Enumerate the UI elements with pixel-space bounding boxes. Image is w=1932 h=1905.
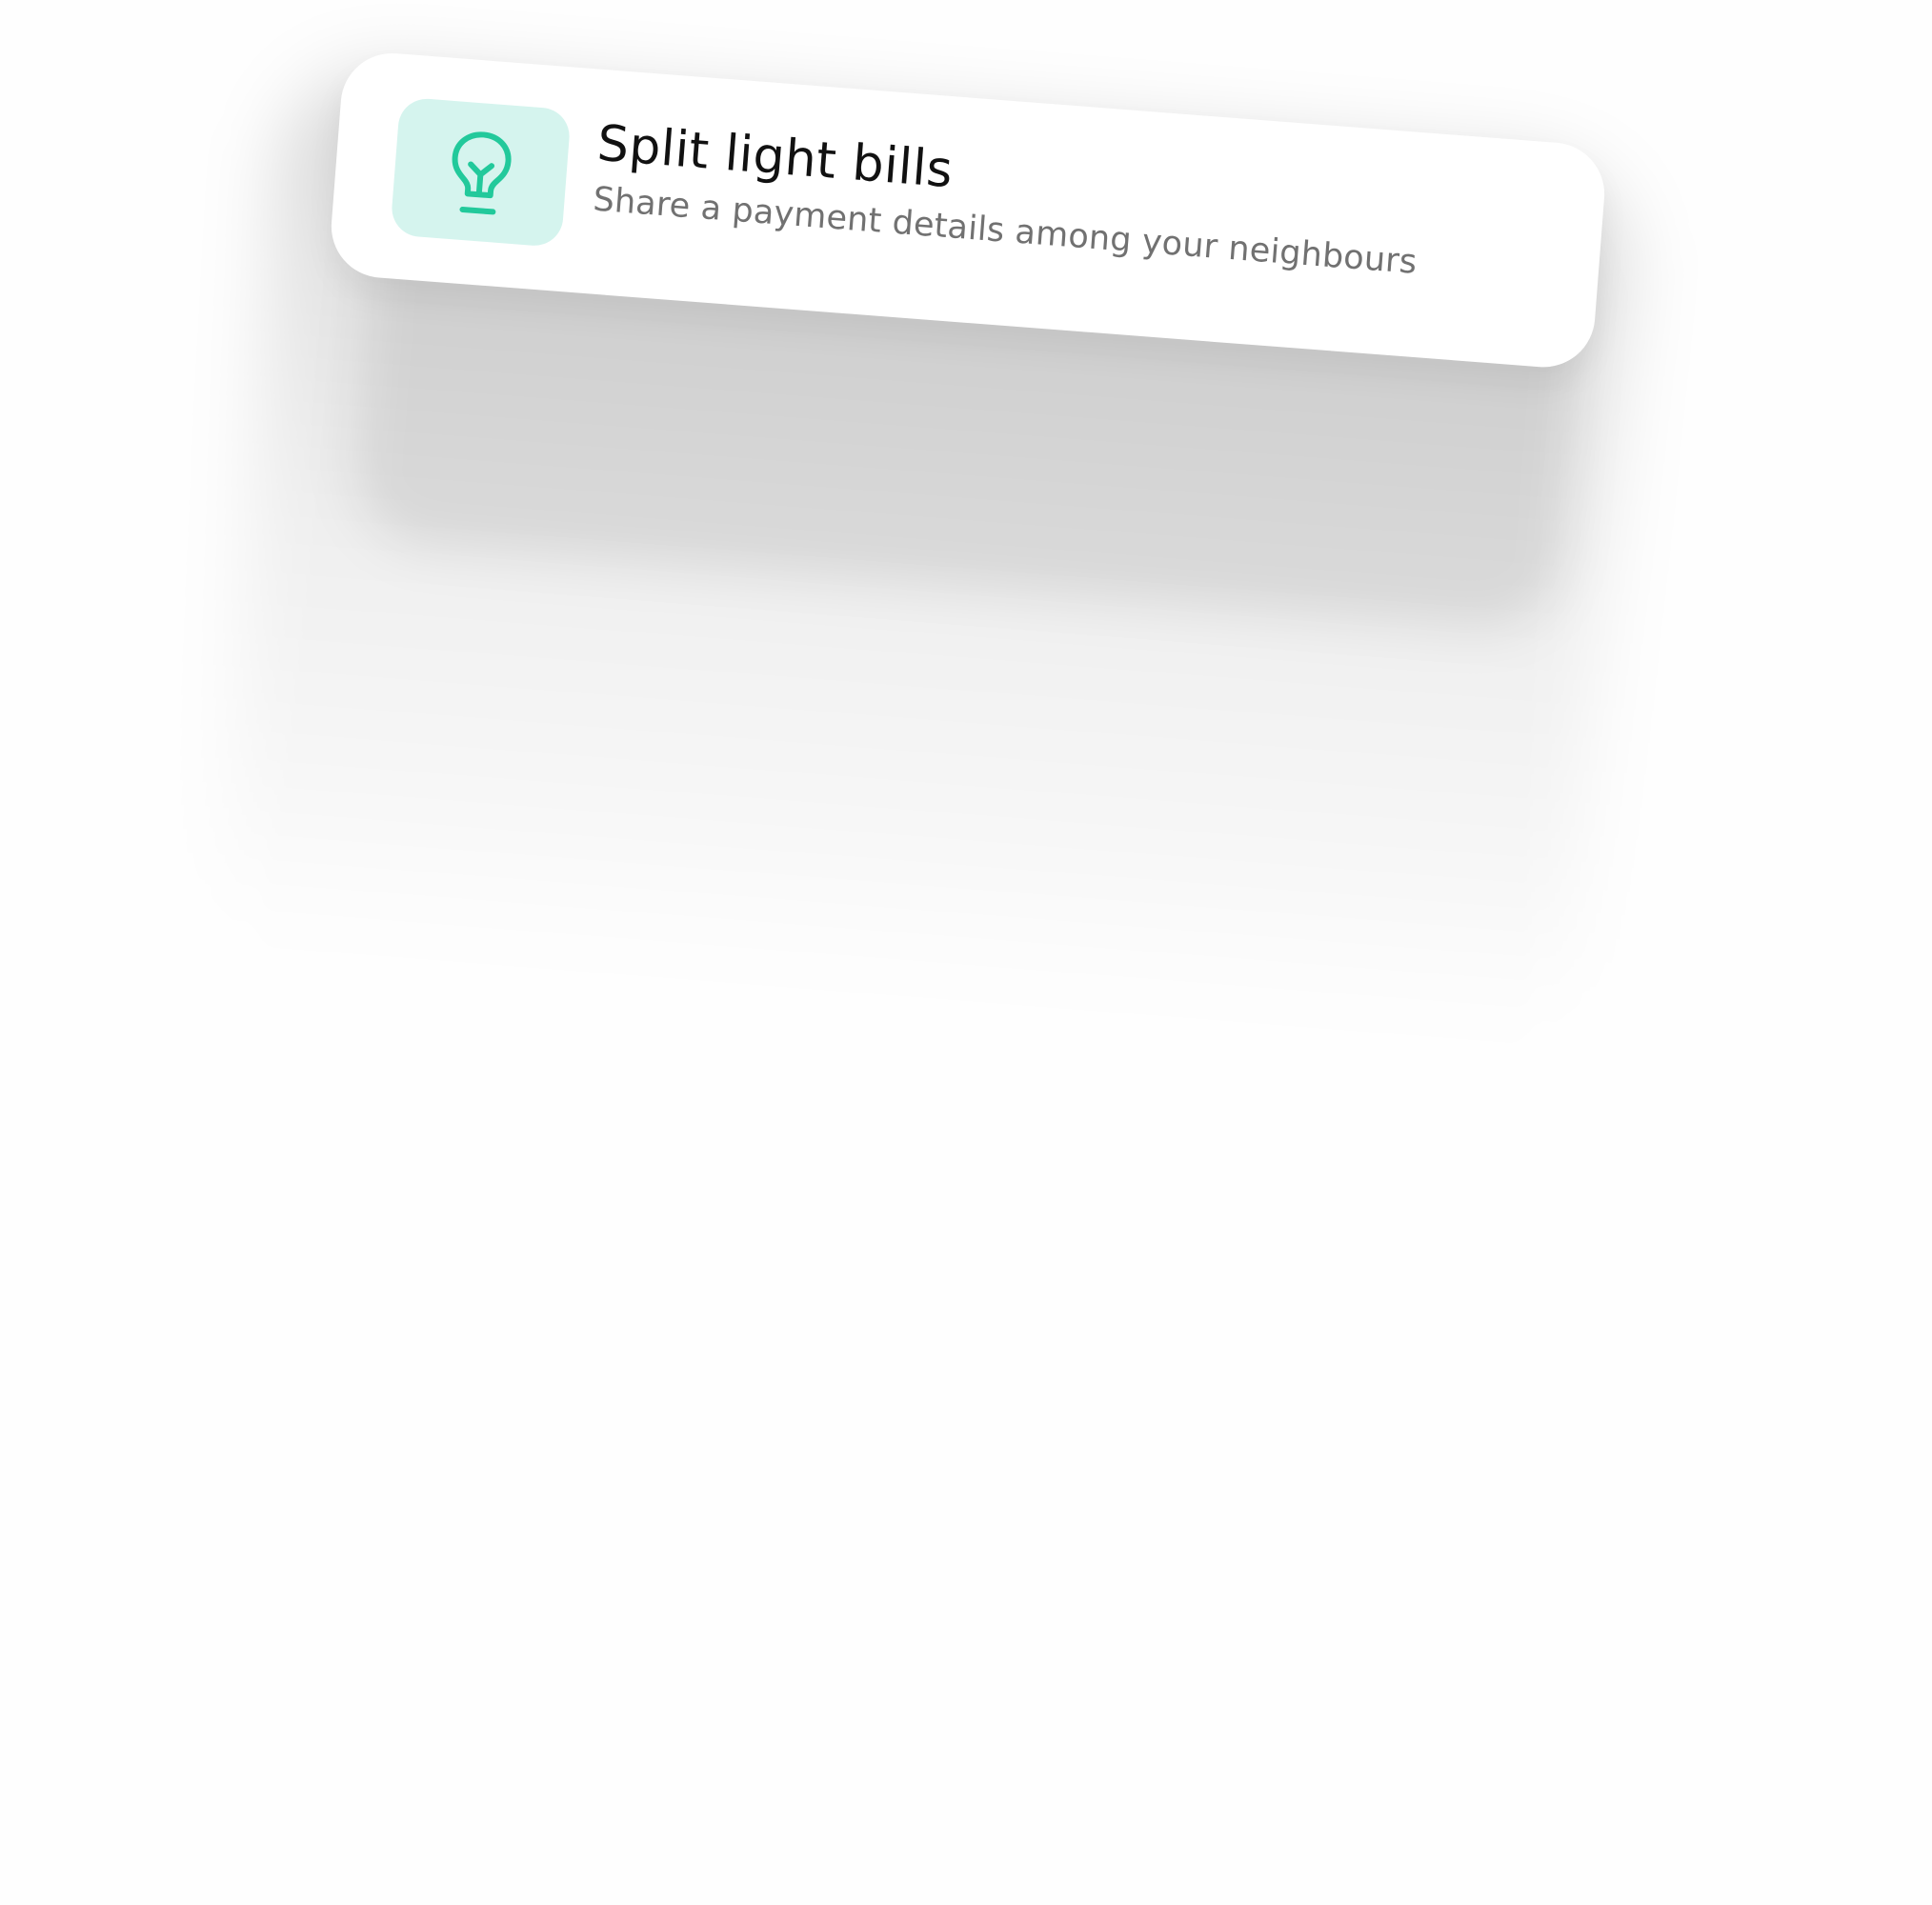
feature-text: Split light bills Share a payment detail… — [592, 115, 1502, 290]
lightbulb-icon — [438, 124, 523, 221]
canvas: Split light bills Share a payment detail… — [0, 0, 1932, 1905]
icon-tile — [390, 96, 572, 249]
